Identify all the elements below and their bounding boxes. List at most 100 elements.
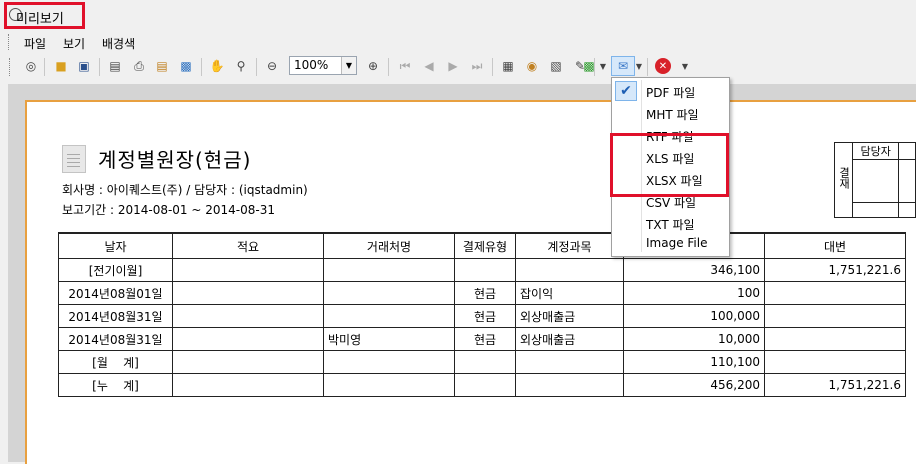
column-header: 적요 [172, 232, 324, 259]
table-cell: 110,100 [623, 350, 765, 374]
approval-role: 담당자 [852, 142, 900, 160]
table-cell [454, 258, 516, 282]
approval-sign-cell [852, 159, 900, 203]
report-title: 계정별원장(현금) [98, 148, 252, 172]
table-cell [454, 373, 516, 397]
table-cell: 현금 [454, 304, 516, 328]
approval-cell [898, 159, 916, 203]
column-header: 대변 [764, 232, 906, 259]
table-cell: 2014년08월31일 [58, 327, 173, 351]
table-cell: 10,000 [623, 327, 765, 351]
quick-print-icon[interactable]: ▤ [153, 57, 171, 75]
toolbar-separator [44, 58, 45, 76]
table-cell: 잡이익 [515, 281, 624, 305]
column-header: 계정과목 [515, 232, 624, 259]
next-page-icon[interactable]: ▶ [444, 57, 462, 75]
toolbar-separator [256, 58, 257, 76]
menu-item-pdf[interactable]: PDF 파일 [646, 84, 695, 101]
zoom-combobox[interactable]: 100% ▼ [289, 56, 357, 75]
table-cell [323, 281, 455, 305]
table-row: 2014년08월31일 박미영 현금 외상매출금 10,000 [58, 327, 906, 351]
open-icon[interactable]: ■ [52, 57, 70, 75]
table-cell: 현금 [454, 327, 516, 351]
table-row: [전기이월] 346,100 1,751,221.6 [58, 258, 906, 282]
menu-item-txt[interactable]: TXT 파일 [646, 216, 695, 233]
color-icon[interactable]: ◉ [523, 57, 541, 75]
save-icon[interactable]: ▣ [75, 57, 93, 75]
table-cell [515, 258, 624, 282]
menu-background-color[interactable]: 배경색 [102, 35, 135, 52]
ledger-table: 날자 적요 거래처명 결제유형 계정과목 대변 [전기이월] 346,100 1… [58, 232, 906, 397]
toolbar-overflow-arrow-icon[interactable]: ▼ [680, 57, 690, 75]
menu-item-mht[interactable]: MHT 파일 [646, 106, 699, 123]
window-titlebar: 미리보기 [0, 0, 916, 30]
title-highlight-box [4, 2, 85, 29]
print-icon[interactable]: ⎙ [130, 57, 148, 75]
menu-view[interactable]: 보기 [63, 35, 85, 52]
table-cell [172, 281, 324, 305]
last-page-icon[interactable]: ⏭ [468, 57, 486, 75]
magnifier-icon[interactable]: ⚲ [232, 57, 250, 75]
toolbar-grip [9, 58, 11, 76]
export-icon[interactable]: ▩ [580, 57, 598, 75]
menu-file[interactable]: 파일 [24, 35, 46, 52]
chevron-down-icon[interactable]: ▼ [341, 57, 356, 74]
table-cell [764, 304, 906, 328]
table-cell: 2014년08월31일 [58, 304, 173, 328]
find-icon[interactable]: ◎ [22, 57, 40, 75]
toolbar-separator [388, 58, 389, 76]
approval-cell [898, 142, 916, 160]
table-cell [764, 327, 906, 351]
previous-page-icon[interactable]: ◀ [420, 57, 438, 75]
table-cell: 현금 [454, 281, 516, 305]
document-icon [62, 145, 86, 173]
first-page-icon[interactable]: ⏮ [396, 57, 414, 75]
table-cell: 외상매출금 [515, 304, 624, 328]
table-cell: [누 계] [58, 373, 173, 397]
toolbar-separator [99, 58, 100, 76]
table-cell [764, 350, 906, 374]
table-cell [323, 258, 455, 282]
multiple-pages-icon[interactable]: ▦ [499, 57, 517, 75]
table-cell: 1,751,221.6 [764, 258, 906, 282]
watermark-icon[interactable]: ▧ [547, 57, 565, 75]
toolbar-separator [492, 58, 493, 76]
table-cell [172, 258, 324, 282]
checkmark-icon: ✔ [615, 81, 637, 101]
export-dropdown-arrow-icon[interactable]: ▼ [599, 57, 607, 75]
close-icon[interactable]: ✕ [655, 58, 671, 74]
company-line: 회사명 : 아이퀘스트(주) / 담당자 : (iqstadmin) [62, 183, 308, 197]
xls-highlight-box [610, 133, 729, 197]
period-line: 보고기간 : 2014-08-01 ~ 2014-08-31 [62, 203, 275, 217]
table-cell [172, 350, 324, 374]
table-header-row: 날자 적요 거래처명 결제유형 계정과목 대변 [58, 232, 906, 259]
table-cell: 456,200 [623, 373, 765, 397]
table-cell [323, 304, 455, 328]
table-row: 2014년08월31일 현금 외상매출금 100,000 [58, 304, 906, 328]
menu-grip [8, 34, 11, 50]
zoom-value: 100% [294, 58, 329, 72]
page-setup-icon[interactable]: ▤ [106, 57, 124, 75]
zoom-out-icon[interactable]: ⊖ [263, 57, 281, 75]
send-email-icon[interactable]: ✉ [611, 56, 635, 76]
table-row: 2014년08월01일 현금 잡이익 100 [58, 281, 906, 305]
table-row: [누 계] 456,200 1,751,221.6 [58, 373, 906, 397]
table-cell [323, 373, 455, 397]
table-cell: 1,751,221.6 [764, 373, 906, 397]
approval-box: 결재 담당자 [833, 142, 916, 218]
table-cell: 박미영 [323, 327, 455, 351]
menu-item-image[interactable]: Image File [646, 236, 707, 250]
menu-bar: 파일 보기 배경색 [0, 32, 916, 52]
email-dropdown-arrow-icon[interactable]: ▼ [635, 57, 643, 75]
table-cell [454, 350, 516, 374]
table-cell: 외상매출금 [515, 327, 624, 351]
table-cell: [월 계] [58, 350, 173, 374]
table-cell: 100,000 [623, 304, 765, 328]
toolbar-separator [201, 58, 202, 76]
table-cell [515, 373, 624, 397]
approval-date-cell [852, 202, 900, 218]
page-options-icon[interactable]: ▩ [177, 57, 195, 75]
column-header: 결제유형 [454, 232, 516, 259]
hand-tool-icon[interactable]: ✋ [208, 57, 226, 75]
zoom-in-icon[interactable]: ⊕ [364, 57, 382, 75]
